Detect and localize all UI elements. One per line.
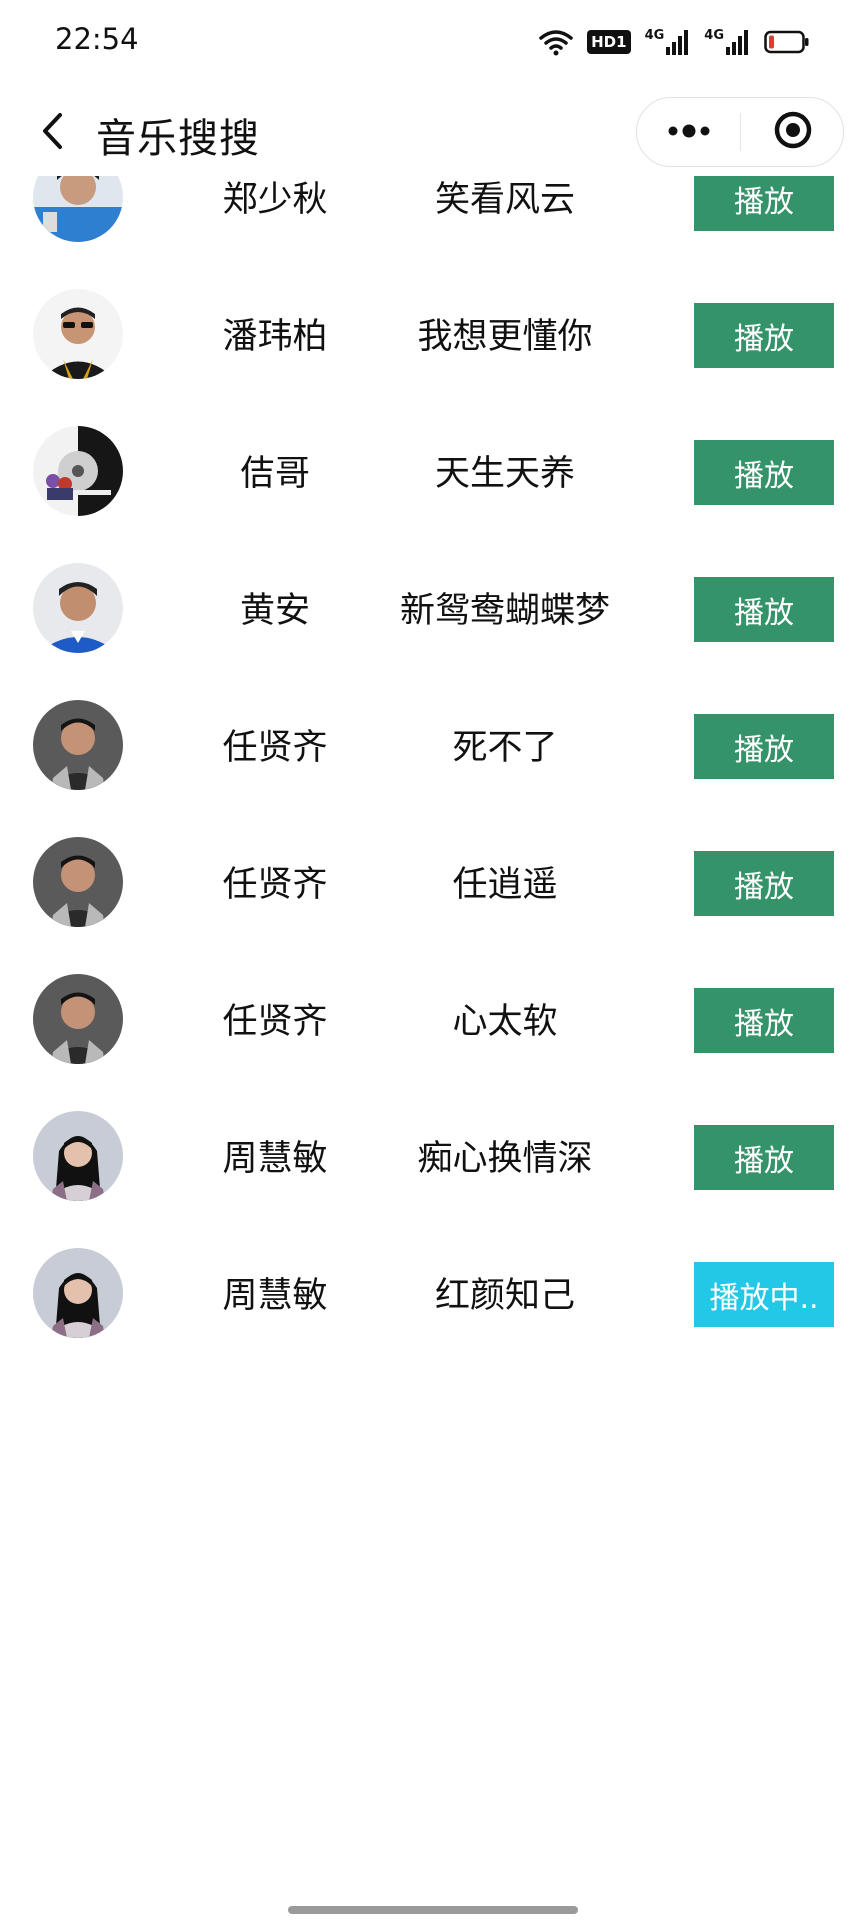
hd-icon: HD1 [587, 30, 631, 54]
song-list-content: 郑少秋 笑看风云 播放 潘玮柏 我想更懂你 播放 佶哥 天生天养 播放 黄安 新… [0, 176, 864, 1346]
song-title: 痴心换情深 [417, 1139, 593, 1179]
singer-avatar [33, 700, 123, 790]
song-title: 新鸳鸯蝴蝶梦 [399, 591, 610, 631]
song-row: 任贤齐 死不了 播放 [0, 676, 864, 813]
play-button[interactable]: 播放 [694, 851, 834, 916]
playing-button[interactable]: 播放中.. [694, 1262, 834, 1327]
chevron-left-icon [40, 111, 66, 155]
battery-low-icon [764, 30, 810, 54]
mini-program-capsule [636, 97, 844, 167]
singer-avatar [33, 563, 123, 653]
song-title: 任逍遥 [452, 865, 558, 905]
song-title: 心太软 [452, 1002, 558, 1042]
home-indicator[interactable] [288, 1906, 578, 1914]
play-button[interactable]: 播放 [694, 176, 834, 231]
signal-4g-r-icon: 4G [704, 29, 750, 55]
singer-avatar [33, 176, 123, 242]
singer-avatar [33, 289, 123, 379]
song-title: 我想更懂你 [417, 317, 593, 357]
wifi-icon [539, 28, 573, 56]
song-row: 黄安 新鸳鸯蝴蝶梦 播放 [0, 539, 864, 676]
play-button[interactable]: 播放 [694, 303, 834, 368]
status-time: 22:54 [55, 22, 139, 56]
song-row: 郑少秋 笑看风云 播放 [0, 176, 864, 265]
more-dots-icon [667, 123, 711, 142]
song-row: 任贤齐 心太软 播放 [0, 950, 864, 1087]
play-button[interactable]: 播放 [694, 577, 834, 642]
status-icons: HD1 4G 4G [539, 24, 810, 60]
close-mini-program-button[interactable] [741, 98, 844, 166]
song-row: 周慧敏 红颜知己 播放中.. [0, 1224, 864, 1346]
song-row: 潘玮柏 我想更懂你 播放 [0, 265, 864, 402]
play-button[interactable]: 播放 [694, 988, 834, 1053]
song-title: 笑看风云 [434, 180, 575, 220]
target-circle-icon [773, 110, 813, 154]
status-bar: 22:54 HD1 4G 4G [0, 0, 864, 80]
page-title: 音乐搜搜 [96, 116, 260, 162]
signal-4g-icon: 4G [645, 29, 691, 55]
singer-avatar [33, 837, 123, 927]
song-title: 天生天养 [434, 454, 575, 494]
play-button[interactable]: 播放 [694, 440, 834, 505]
singer-avatar [33, 1248, 123, 1338]
song-list[interactable]: 郑少秋 笑看风云 播放 潘玮柏 我想更懂你 播放 佶哥 天生天养 播放 黄安 新… [0, 176, 864, 1346]
singer-avatar [33, 974, 123, 1064]
song-title: 死不了 [452, 728, 558, 768]
more-button[interactable] [637, 98, 740, 166]
nav-bar: 音乐搜搜 [0, 88, 864, 176]
play-button[interactable]: 播放 [694, 714, 834, 779]
singer-avatar [33, 1111, 123, 1201]
song-title: 红颜知己 [434, 1276, 575, 1316]
song-row: 任贤齐 任逍遥 播放 [0, 813, 864, 950]
back-button[interactable] [26, 106, 80, 160]
singer-avatar [33, 426, 123, 516]
play-button[interactable]: 播放 [694, 1125, 834, 1190]
song-row: 周慧敏 痴心换情深 播放 [0, 1087, 864, 1224]
song-row: 佶哥 天生天养 播放 [0, 402, 864, 539]
